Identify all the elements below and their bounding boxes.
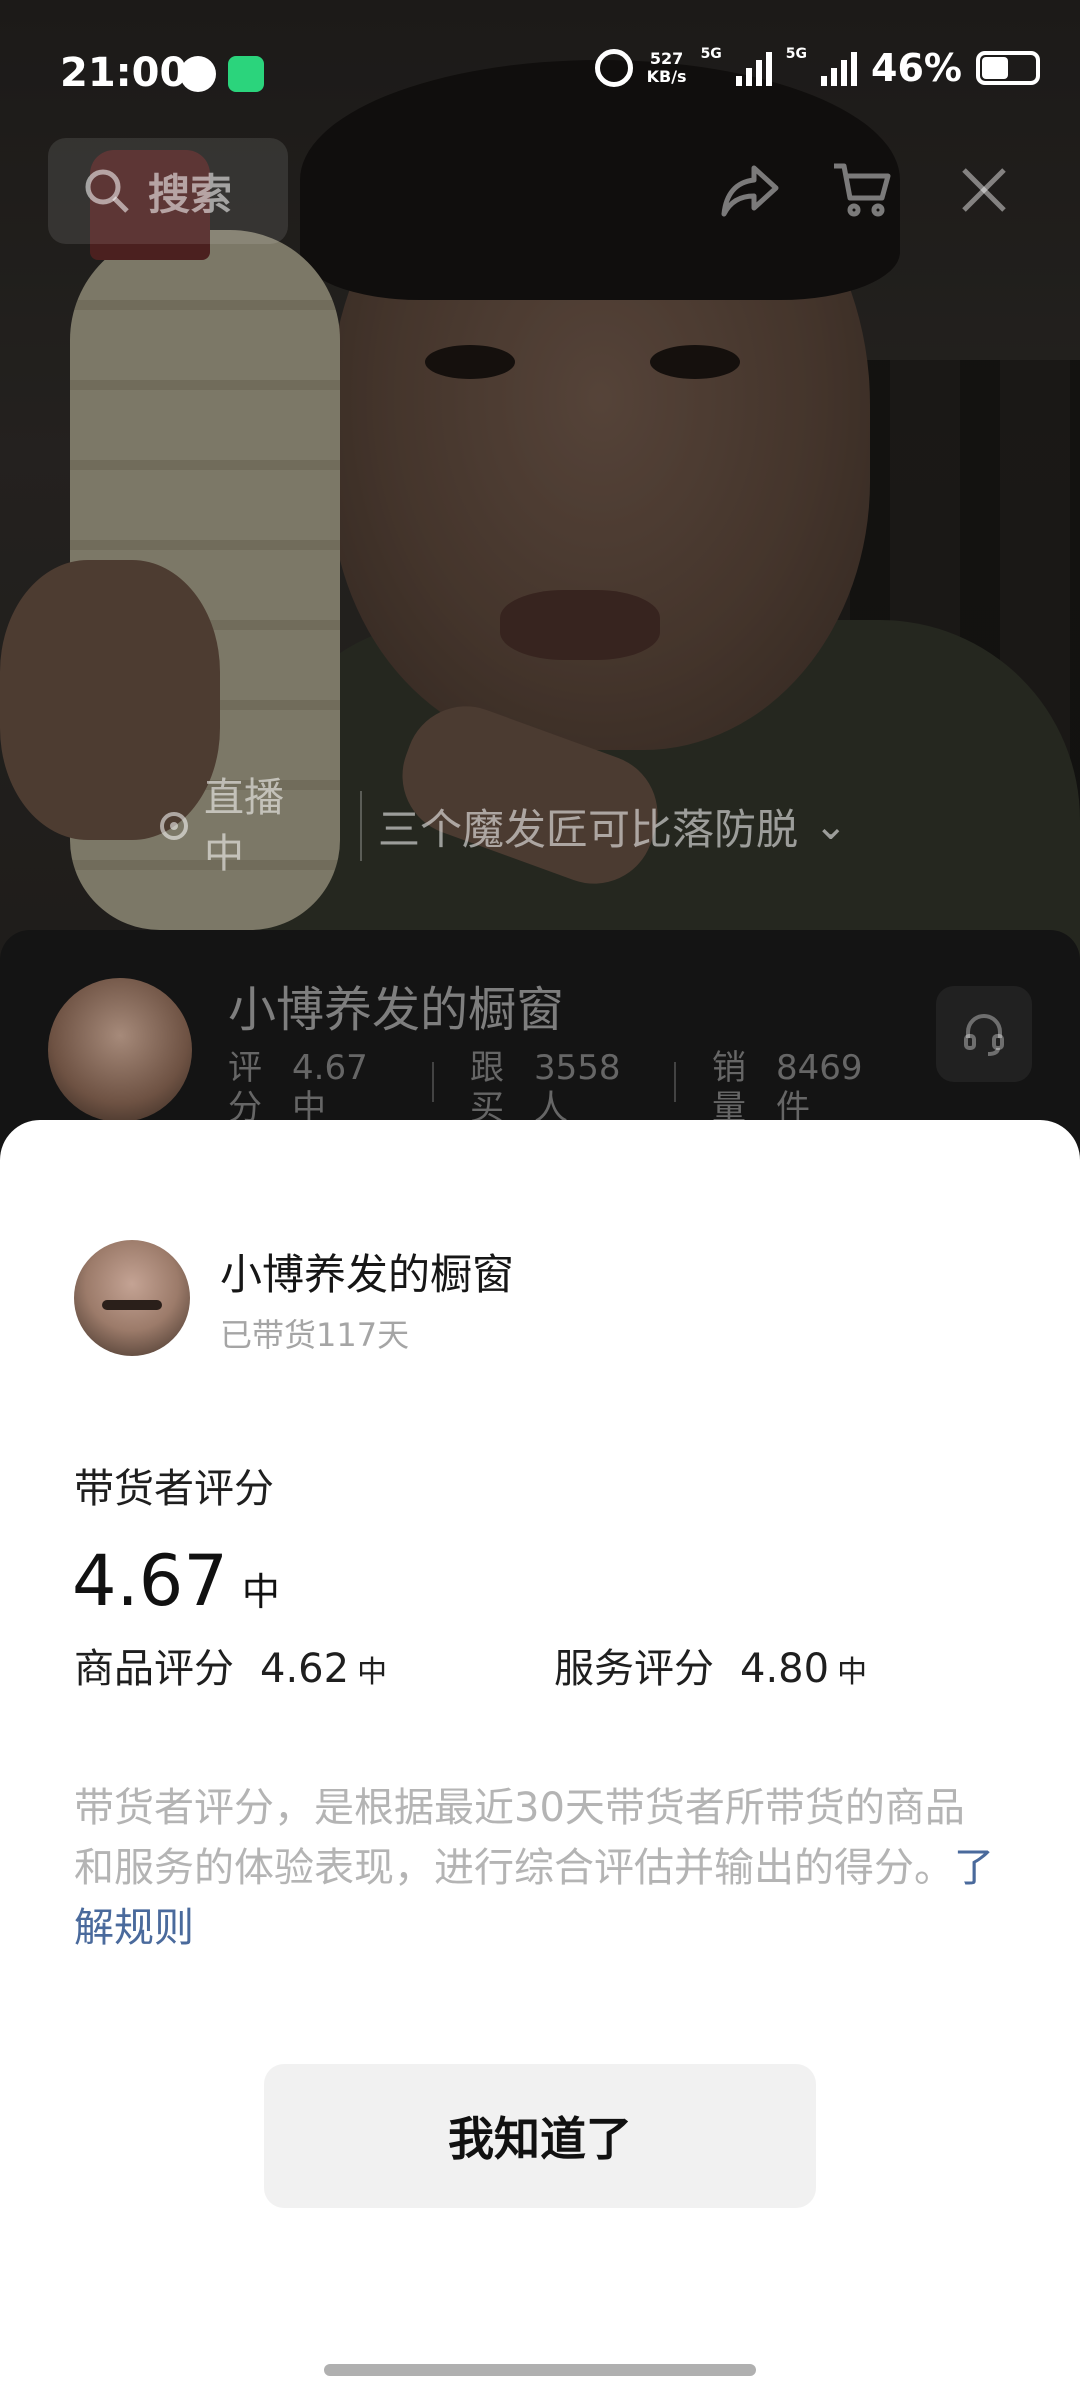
overall-score-level: 中 [241, 1570, 280, 1614]
service-score-value: 4.80 [740, 1646, 830, 1692]
product-score: 商品评分 4.62 中 [74, 1636, 554, 1694]
live-title: 三个魔发匠可比落防脱 [378, 804, 798, 854]
sub-scores: 商品评分 4.62 中 服务评分 4.80 中 [74, 1636, 1034, 1694]
close-icon[interactable] [952, 158, 1016, 222]
cart-icon[interactable] [830, 158, 894, 222]
live-bar[interactable]: 直播中 三个魔发匠可比落防脱 ⌄ [160, 770, 848, 882]
service-score: 服务评分 4.80 中 [554, 1636, 1034, 1694]
search-label: 搜索 [148, 169, 233, 219]
battery-percent: 46% [871, 46, 962, 90]
store-avatar [48, 978, 192, 1122]
rating-sheet: 小博养发的橱窗 已带货117天 带货者评分 4.67 中 商品评分 4.62 中… [0, 1120, 1080, 2400]
confirm-button[interactable]: 我知道了 [264, 2064, 816, 2208]
store-stat-rating: 评分 4.67 中 [228, 1048, 368, 1128]
product-score-level: 中 [357, 1655, 388, 1690]
alarm-icon [594, 49, 633, 87]
product-score-label: 商品评分 [74, 1646, 234, 1692]
store-stat-sales: 销量 8469 件 [712, 1048, 863, 1128]
live-status: 直播中 [204, 775, 284, 877]
battery-icon [976, 51, 1040, 85]
home-indicator[interactable] [324, 2364, 756, 2376]
seller-avatar [74, 1240, 190, 1356]
search-button[interactable]: 搜索 [48, 138, 288, 244]
store-stat-followers: 跟买 3558 人 [470, 1048, 621, 1128]
signal-icon [735, 50, 772, 86]
network-type-2: 5G [785, 46, 808, 62]
search-icon [85, 169, 129, 213]
store-stats: 评分 4.67 中 跟买 3558 人 销量 8469 件 [228, 1048, 916, 1128]
description-text: 带货者评分，是根据最近30天带货者所带货的商品和服务的体验表现，进行综合评估并输… [74, 1785, 965, 1891]
overall-score: 4.67 中 [72, 1540, 280, 1622]
wechat-notification-icon [180, 56, 216, 92]
service-score-level: 中 [837, 1655, 868, 1690]
overall-score-value: 4.67 [72, 1540, 228, 1622]
store-name: 小博养发的橱窗 [228, 982, 565, 1038]
service-score-label: 服务评分 [554, 1646, 714, 1692]
live-dot-icon [160, 812, 188, 840]
network-speed: 527 KB/s [646, 49, 687, 86]
seller-header: 小博养发的橱窗 已带货117天 [74, 1240, 514, 1356]
seller-days: 已带货117天 [220, 1315, 410, 1354]
customer-service-icon[interactable] [936, 986, 1032, 1082]
chevron-down-icon: ⌄ [814, 803, 848, 849]
share-icon[interactable] [718, 158, 782, 222]
rating-description: 带货者评分，是根据最近30天带货者所带货的商品和服务的体验表现，进行综合评估并输… [74, 1778, 1004, 1958]
seller-name: 小博养发的橱窗 [220, 1249, 515, 1299]
product-score-value: 4.62 [260, 1646, 350, 1692]
app-notification-icon [228, 56, 264, 92]
section-title: 带货者评分 [74, 1466, 274, 1512]
status-bar: 21:00 527 KB/s 5G 5G 46% [0, 0, 1080, 140]
signal-icon-2 [821, 50, 858, 86]
network-type-1: 5G [700, 46, 722, 62]
screen: 21:00 527 KB/s 5G 5G 46% 搜索 直播中 三个魔发匠可比落… [0, 0, 1080, 2400]
status-time: 21:00 [60, 50, 188, 96]
